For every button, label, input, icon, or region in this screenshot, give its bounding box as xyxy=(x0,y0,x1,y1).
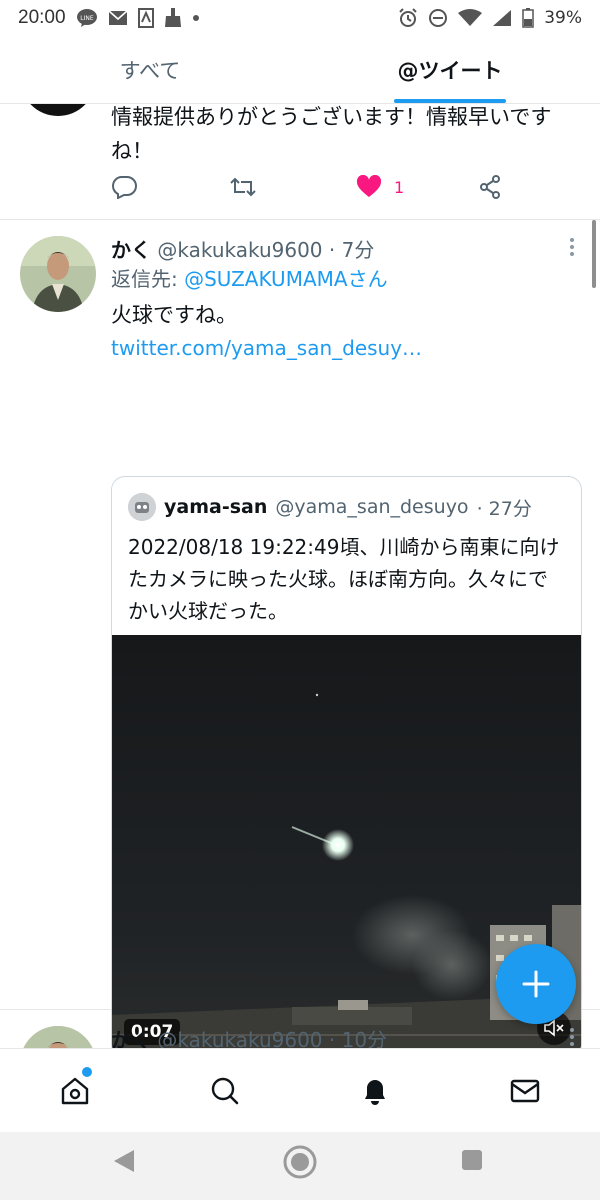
quoted-author-name: yama-san xyxy=(164,496,268,518)
home-circle-icon xyxy=(283,1145,317,1179)
retweet-button[interactable] xyxy=(229,176,269,198)
notifications-icon xyxy=(365,1079,385,1105)
search-icon xyxy=(211,1077,239,1104)
document-icon xyxy=(137,8,154,28)
tab-mentions-label: @ツイート xyxy=(397,58,503,83)
like-count: 1 xyxy=(394,177,405,197)
tab-all-label: すべて xyxy=(119,58,181,83)
reply-mention-link[interactable]: @SUZAKUMAMAさん xyxy=(184,267,387,291)
mail-icon xyxy=(108,10,128,26)
status-time: 20:00 xyxy=(18,7,66,28)
home-icon xyxy=(61,1077,89,1104)
tweet-text: 情報提供ありがとうございます！情報早いですね！ xyxy=(111,105,552,163)
bottom-navigation xyxy=(0,1048,600,1132)
reply-prefix: 返信先: xyxy=(111,267,178,291)
tweet-body: かく @kakukaku9600 · 7分 返信先: @SUZAKUMAMAさん… xyxy=(111,236,580,364)
broom-icon xyxy=(164,8,182,28)
status-bar: 20:00 LINE 39% xyxy=(0,0,600,36)
battery-icon xyxy=(522,8,534,28)
svg-text:LINE: LINE xyxy=(80,15,94,22)
recents-button[interactable] xyxy=(460,1148,484,1176)
reply-icon xyxy=(112,176,137,199)
alarm-icon xyxy=(398,8,418,28)
timeline-feed[interactable]: 情報提供ありがとうございます！情報早いですね！ 1 かく @kakukaku96… xyxy=(0,104,600,1048)
tweet-link[interactable]: twitter.com/yama_san_desuy… xyxy=(111,332,580,364)
quoted-tweet-header: yama-san @yama_san_desuyo · 27分 xyxy=(128,493,532,521)
status-left: 20:00 LINE xyxy=(18,7,200,29)
compose-tweet-button[interactable] xyxy=(496,944,576,1024)
new-content-dot xyxy=(82,1067,92,1077)
author-name[interactable]: かく xyxy=(111,1028,151,1048)
avatar[interactable] xyxy=(20,104,96,116)
status-right: 39% xyxy=(398,8,582,28)
tweet-text: 火球ですね。 xyxy=(111,303,237,327)
line-icon: LINE xyxy=(76,8,98,28)
tweet-actions: 1 xyxy=(111,172,501,202)
back-button[interactable] xyxy=(112,1148,136,1178)
author-handle[interactable]: @kakukaku9600 xyxy=(157,1028,322,1048)
tab-all[interactable]: すべて xyxy=(0,36,300,103)
home-system-button[interactable] xyxy=(282,1144,318,1184)
nav-search[interactable] xyxy=(150,1049,300,1132)
system-navigation-bar xyxy=(0,1132,600,1200)
back-triangle-icon xyxy=(114,1150,134,1172)
quoted-tweet-time: · 27分 xyxy=(476,497,532,520)
tweet-time: · 10分 xyxy=(328,1028,388,1048)
share-icon xyxy=(480,175,500,199)
messages-icon xyxy=(510,1079,540,1102)
avatar[interactable] xyxy=(20,1026,96,1048)
tweet-time: · 7分 xyxy=(328,238,375,262)
notification-tabs: すべて @ツイート xyxy=(0,36,600,104)
tweet-body: 情報提供ありがとうございます！情報早いですね！ xyxy=(111,104,580,168)
nav-messages[interactable] xyxy=(450,1049,600,1132)
quoted-avatar xyxy=(128,493,156,521)
recents-square-icon xyxy=(462,1150,482,1170)
author-name[interactable]: かく xyxy=(111,238,151,262)
dnd-icon xyxy=(428,8,448,28)
reply-to-line: 返信先: @SUZAKUMAMAさん xyxy=(111,264,580,294)
quoted-tweet-text: 2022/08/18 19:22:49頃、川崎から南東に向けたカメラに映った火球… xyxy=(128,535,560,623)
reply-button[interactable] xyxy=(111,175,149,199)
retweet-icon xyxy=(230,177,256,197)
tweet-header: かく @kakukaku9600 · 7分 xyxy=(111,236,580,264)
avatar[interactable] xyxy=(20,236,96,312)
tweet-item[interactable]: かく @kakukaku9600 · 7分 返信先: @SUZAKUMAMAさん… xyxy=(0,220,600,1048)
tweet-header: かく @kakukaku9600 · 10分 xyxy=(111,1026,580,1048)
share-button[interactable] xyxy=(479,175,501,199)
quoted-author-handle: @yama_san_desuyo xyxy=(275,496,469,518)
plus-icon xyxy=(522,970,550,998)
like-button[interactable]: 1 xyxy=(356,175,404,199)
dot-icon xyxy=(192,14,200,22)
tweet-body: かく @kakukaku9600 · 10分 xyxy=(111,1026,580,1048)
wifi-icon xyxy=(458,9,483,27)
nav-home[interactable] xyxy=(0,1049,150,1132)
nav-notifications[interactable] xyxy=(300,1049,450,1132)
tab-mentions[interactable]: @ツイート xyxy=(300,36,600,103)
tweet-item[interactable]: 情報提供ありがとうございます！情報早いですね！ 1 xyxy=(0,104,600,220)
tweet-item[interactable]: かく @kakukaku9600 · 10分 xyxy=(0,1010,600,1048)
signal-icon xyxy=(492,9,512,27)
active-tab-indicator xyxy=(394,99,506,103)
author-handle[interactable]: @kakukaku9600 xyxy=(157,238,322,262)
heart-icon xyxy=(356,175,382,197)
battery-percent: 39% xyxy=(544,8,582,28)
